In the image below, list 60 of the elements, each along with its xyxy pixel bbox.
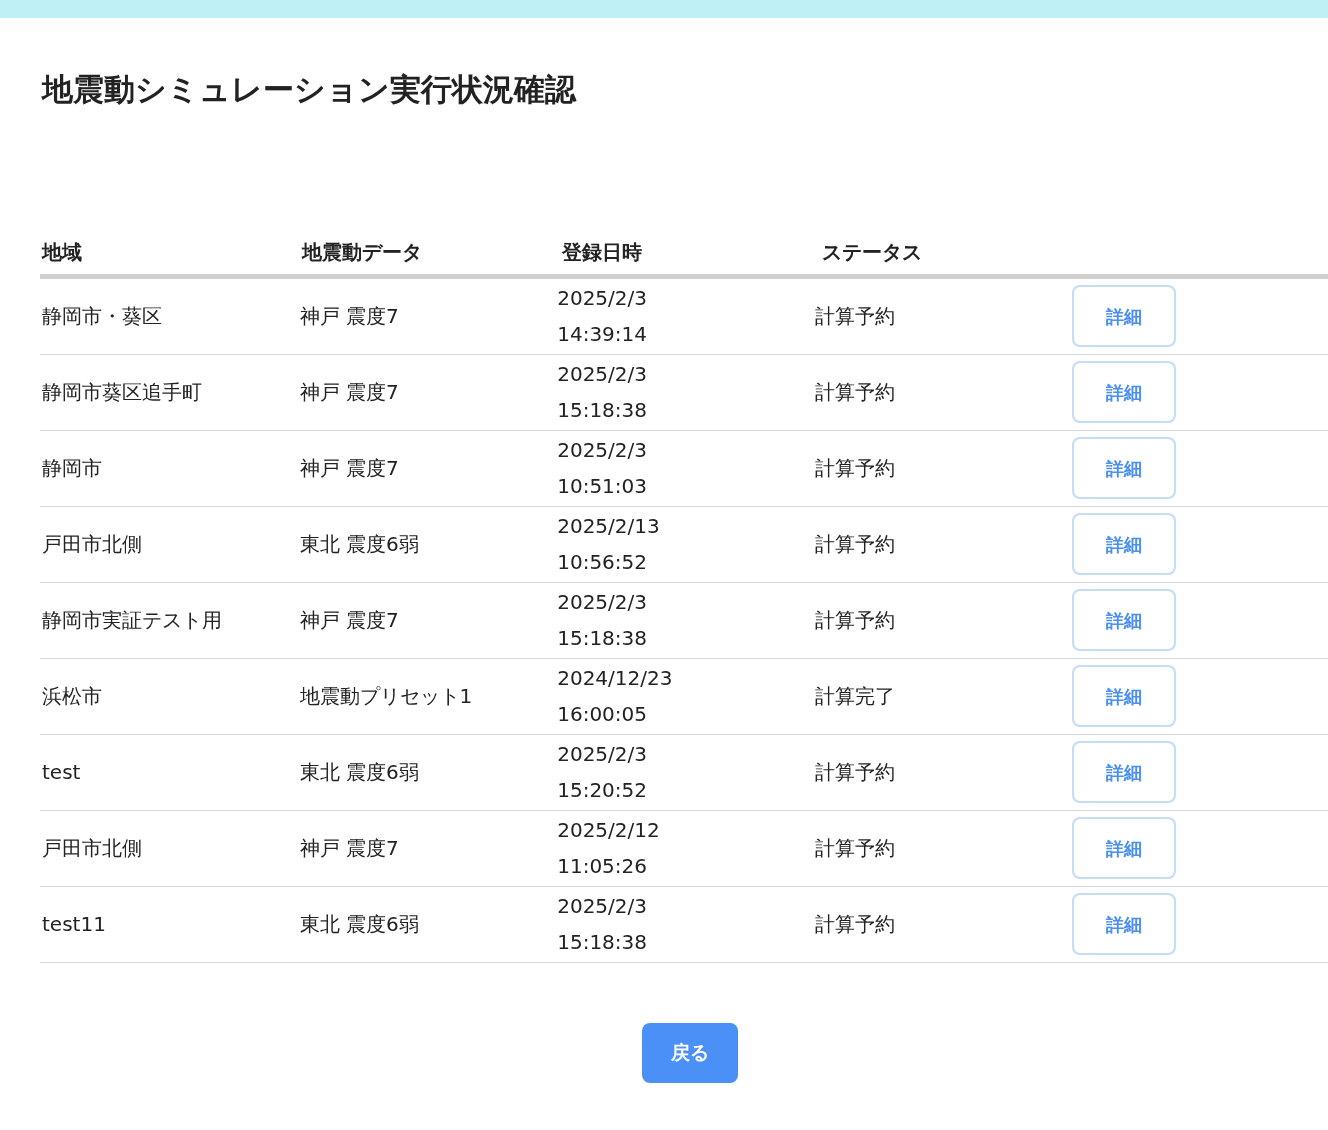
region-cell: 浜松市 [42, 684, 102, 708]
motion-data-cell: 神戸 震度7 [299, 836, 399, 860]
status-cell: 計算予約 [814, 532, 895, 556]
detail-button[interactable]: 詳細 [1072, 893, 1177, 955]
region-cell: 静岡市・葵区 [42, 304, 162, 328]
date-text: 2025/2/13 [557, 513, 661, 540]
time-text: 15:18:38 [557, 397, 648, 424]
date-text: 2025/2/3 [557, 285, 648, 312]
time-text: 14:39:14 [557, 321, 648, 348]
motion-data-cell: 神戸 震度7 [299, 456, 399, 480]
detail-button[interactable]: 詳細 [1072, 665, 1177, 727]
date-text: 2025/2/3 [557, 893, 648, 920]
status-cell: 計算完了 [814, 684, 895, 708]
time-text: 11:05:26 [557, 853, 648, 880]
back-button[interactable]: 戻る [642, 1022, 738, 1083]
column-header: ステータス [822, 240, 922, 264]
motion-data-cell: 東北 震度6弱 [299, 532, 419, 556]
detail-button[interactable]: 詳細 [1072, 817, 1177, 879]
status-cell: 計算予約 [814, 608, 895, 632]
detail-button[interactable]: 詳細 [1072, 361, 1177, 423]
motion-data-cell: 神戸 震度7 [299, 380, 399, 404]
status-cell: 計算予約 [814, 380, 895, 404]
region-cell: 静岡市葵区追手町 [42, 380, 202, 404]
region-cell: 戸田市北側 [42, 836, 142, 860]
motion-data-cell: 東北 震度6弱 [299, 760, 419, 784]
date-text: 2025/2/3 [557, 437, 648, 464]
detail-button[interactable]: 詳細 [1072, 513, 1177, 575]
motion-data-cell: 地震動プリセット1 [299, 684, 473, 708]
time-text: 15:20:52 [557, 777, 648, 804]
page-title: 地震動シミュレーション実行状況確認 [42, 70, 576, 109]
time-text: 16:00:05 [557, 701, 648, 728]
detail-button[interactable]: 詳細 [1072, 437, 1177, 499]
region-cell: 静岡市 [42, 456, 102, 480]
status-cell: 計算予約 [814, 760, 895, 784]
motion-data-cell: 神戸 震度7 [299, 608, 399, 632]
status-cell: 計算予約 [814, 456, 895, 480]
time-text: 10:51:03 [557, 473, 648, 500]
region-cell: 静岡市実証テスト用 [42, 608, 222, 632]
date-text: 2025/2/3 [557, 741, 648, 768]
region-cell: 戸田市北側 [42, 532, 142, 556]
time-text: 15:18:38 [557, 929, 648, 956]
region-cell: test [42, 760, 81, 784]
region-cell: test11 [42, 912, 106, 936]
motion-data-cell: 東北 震度6弱 [299, 912, 419, 936]
time-text: 15:18:38 [557, 625, 648, 652]
detail-button[interactable]: 詳細 [1072, 589, 1177, 651]
column-header: 地震動データ [302, 240, 422, 264]
status-cell: 計算予約 [814, 912, 895, 936]
column-header: 地域 [42, 240, 82, 264]
date-text: 2024/12/23 [557, 665, 674, 692]
date-text: 2025/2/3 [557, 361, 648, 388]
motion-data-cell: 神戸 震度7 [299, 304, 399, 328]
detail-button[interactable]: 詳細 [1072, 741, 1177, 803]
status-cell: 計算予約 [814, 304, 895, 328]
column-header: 登録日時 [562, 240, 642, 264]
time-text: 10:56:52 [557, 549, 648, 576]
status-cell: 計算予約 [814, 836, 895, 860]
date-text: 2025/2/3 [557, 589, 648, 616]
detail-button[interactable]: 詳細 [1072, 285, 1177, 347]
date-text: 2025/2/12 [557, 817, 661, 844]
